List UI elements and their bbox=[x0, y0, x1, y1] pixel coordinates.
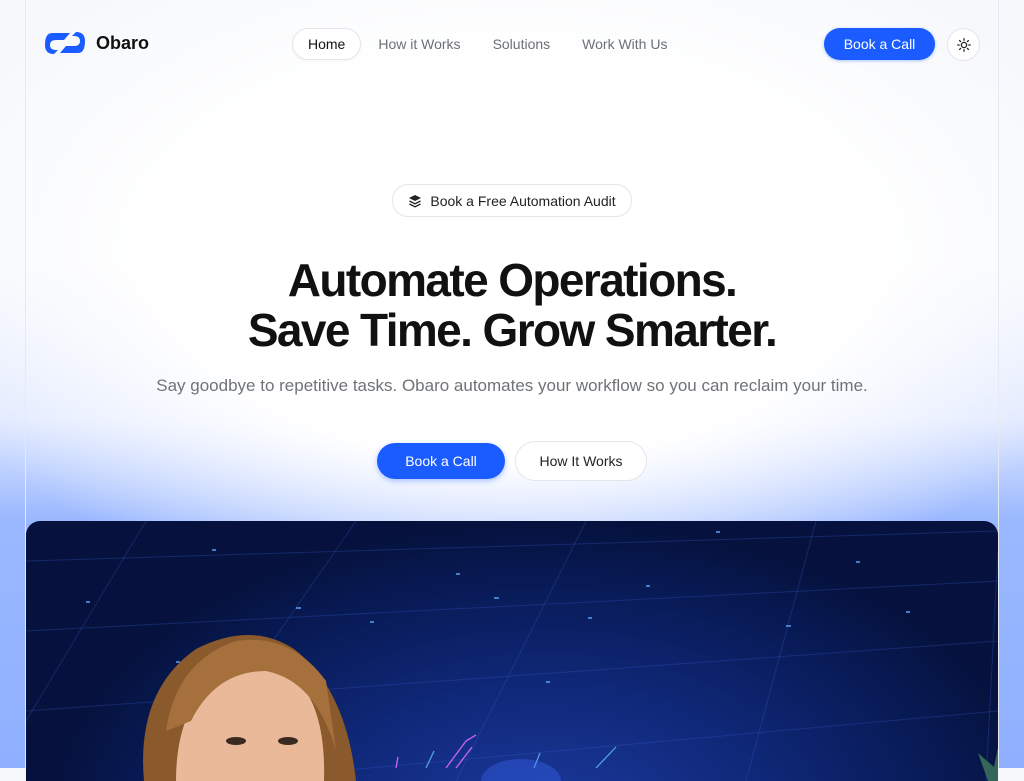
hero-how-it-works-button[interactable]: How It Works bbox=[515, 441, 647, 481]
hero-title-line-1: Automate Operations. bbox=[287, 254, 738, 306]
brand-name: Obaro bbox=[96, 32, 150, 53]
nav-item-solutions[interactable]: Solutions bbox=[478, 29, 566, 59]
hero-title-line-2: Save Time. Grow Smarter. bbox=[247, 304, 778, 356]
hero-subtitle: Say goodbye to repetitive tasks. Obaro a… bbox=[156, 376, 868, 395]
sun-icon bbox=[956, 37, 971, 52]
audit-badge-label: Book a Free Automation Audit bbox=[430, 192, 616, 209]
presenter-figure bbox=[143, 635, 356, 781]
hero-book-call-button[interactable]: Book a Call bbox=[377, 443, 505, 479]
hero-title: Automate Operations. Save Time. Grow Sma… bbox=[0, 255, 1024, 355]
main-nav: Home How it Works Solutions Work With Us bbox=[292, 28, 684, 60]
nav-item-work-with-us[interactable]: Work With Us bbox=[567, 29, 682, 59]
obaro-logo-icon bbox=[45, 32, 85, 54]
audit-badge[interactable]: Book a Free Automation Audit bbox=[392, 184, 632, 217]
layers-icon bbox=[409, 194, 422, 207]
showcase-video[interactable] bbox=[26, 521, 998, 781]
showcase-scene bbox=[26, 521, 998, 781]
nav-item-home[interactable]: Home bbox=[292, 28, 362, 60]
brand-logo[interactable]: Obaro bbox=[44, 29, 149, 57]
nav-item-how-it-works[interactable]: How it Works bbox=[363, 29, 475, 59]
theme-toggle-button[interactable] bbox=[947, 28, 980, 61]
header-book-call-button[interactable]: Book a Call bbox=[824, 28, 935, 60]
